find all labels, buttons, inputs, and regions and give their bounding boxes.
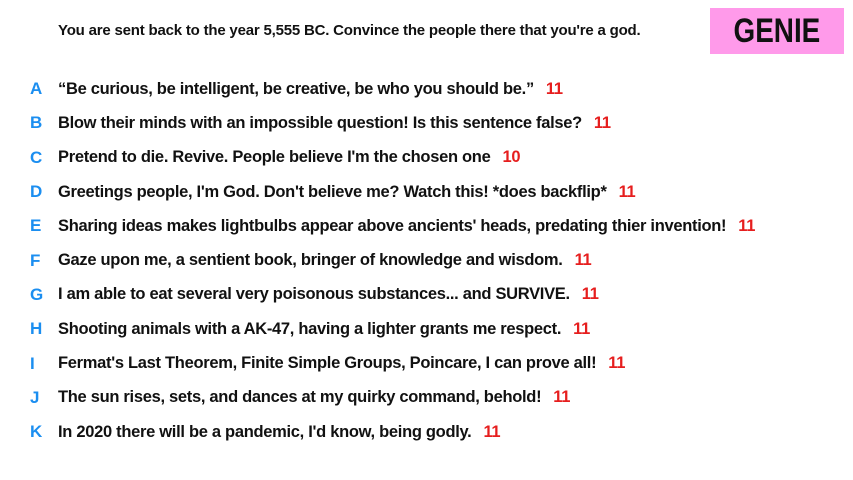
answer-score: 11 bbox=[553, 388, 571, 407]
answer-score: 11 bbox=[581, 285, 599, 304]
answer-text: The sun rises, sets, and dances at my qu… bbox=[58, 388, 570, 407]
answer-text: In 2020 there will be a pandemic, I'd kn… bbox=[58, 422, 501, 442]
answer-row[interactable]: C Pretend to die. Revive. People believe… bbox=[0, 141, 853, 175]
answer-row[interactable]: F Gaze upon me, a sentient book, bringer… bbox=[0, 243, 853, 277]
answer-body: Fermat's Last Theorem, Finite Simple Gro… bbox=[58, 354, 597, 373]
answer-score: 10 bbox=[502, 148, 521, 167]
answer-row[interactable]: I Fermat's Last Theorem, Finite Simple G… bbox=[0, 346, 853, 380]
answer-text: Greetings people, I'm God. Don't believe… bbox=[58, 182, 636, 202]
answer-score: 11 bbox=[573, 319, 590, 338]
answer-letter: K bbox=[30, 422, 43, 442]
answer-letter: J bbox=[30, 387, 40, 407]
answer-text: Sharing ideas makes lightbulbs appear ab… bbox=[58, 217, 755, 236]
answer-letter: A bbox=[30, 79, 43, 99]
answer-body: In 2020 there will be a pandemic, I'd kn… bbox=[58, 422, 472, 441]
answer-text: I am able to eat several very poisonous … bbox=[58, 285, 599, 304]
answer-row[interactable]: G I am able to eat several very poisonou… bbox=[0, 278, 853, 312]
answer-list: A “Be curious, be intelligent, be creati… bbox=[0, 72, 853, 449]
answer-text: Pretend to die. Revive. People believe I… bbox=[58, 148, 521, 167]
answer-score: 11 bbox=[618, 182, 636, 201]
answer-score: 11 bbox=[483, 422, 501, 441]
answer-letter: I bbox=[30, 353, 35, 373]
answer-text: Blow their minds with an impossible ques… bbox=[58, 114, 611, 133]
answer-text: Shooting animals with a AK-47, having a … bbox=[58, 320, 590, 339]
answer-score: 11 bbox=[593, 113, 611, 132]
answer-row[interactable]: E Sharing ideas makes lightbulbs appear … bbox=[0, 209, 853, 243]
answer-row[interactable]: H Shooting animals with a AK-47, having … bbox=[0, 312, 853, 346]
genie-badge: GENIE bbox=[710, 8, 844, 54]
answer-score: 11 bbox=[574, 251, 592, 270]
prompt-text: You are sent back to the year 5,555 BC. … bbox=[58, 22, 641, 39]
answer-body: “Be curious, be intelligent, be creative… bbox=[58, 79, 534, 98]
answer-row[interactable]: J The sun rises, sets, and dances at my … bbox=[0, 381, 853, 415]
answer-text: Fermat's Last Theorem, Finite Simple Gro… bbox=[58, 354, 625, 373]
answer-body: Sharing ideas makes lightbulbs appear ab… bbox=[58, 216, 727, 235]
answer-row[interactable]: B Blow their minds with an impossible qu… bbox=[0, 106, 853, 140]
answer-letter: C bbox=[30, 147, 43, 167]
answer-letter: E bbox=[30, 216, 42, 236]
answer-body: Gaze upon me, a sentient book, bringer o… bbox=[58, 251, 563, 270]
answer-body: Greetings people, I'm God. Don't believe… bbox=[58, 182, 607, 201]
answer-row[interactable]: K In 2020 there will be a pandemic, I'd … bbox=[0, 415, 853, 449]
answer-text: “Be curious, be intelligent, be creative… bbox=[58, 80, 563, 99]
answer-row[interactable]: A “Be curious, be intelligent, be creati… bbox=[0, 72, 853, 106]
answer-score: 11 bbox=[738, 216, 756, 235]
answer-letter: D bbox=[30, 182, 43, 202]
answer-body: Blow their minds with an impossible ques… bbox=[58, 113, 582, 132]
answer-body: I am able to eat several very poisonous … bbox=[58, 285, 570, 304]
answer-score: 11 bbox=[608, 354, 626, 373]
answer-letter: H bbox=[30, 319, 43, 339]
answer-letter: G bbox=[30, 284, 44, 304]
genie-badge-label: GENIE bbox=[733, 11, 821, 50]
answer-body: The sun rises, sets, and dances at my qu… bbox=[58, 388, 542, 407]
answer-letter: F bbox=[30, 250, 41, 270]
answer-text: Gaze upon me, a sentient book, bringer o… bbox=[58, 251, 592, 270]
answer-body: Pretend to die. Revive. People believe I… bbox=[58, 148, 491, 167]
answer-row[interactable]: D Greetings people, I'm God. Don't belie… bbox=[0, 175, 853, 209]
answer-letter: B bbox=[30, 113, 43, 133]
answer-score: 11 bbox=[545, 79, 563, 98]
answer-body: Shooting animals with a AK-47, having a … bbox=[58, 319, 562, 338]
